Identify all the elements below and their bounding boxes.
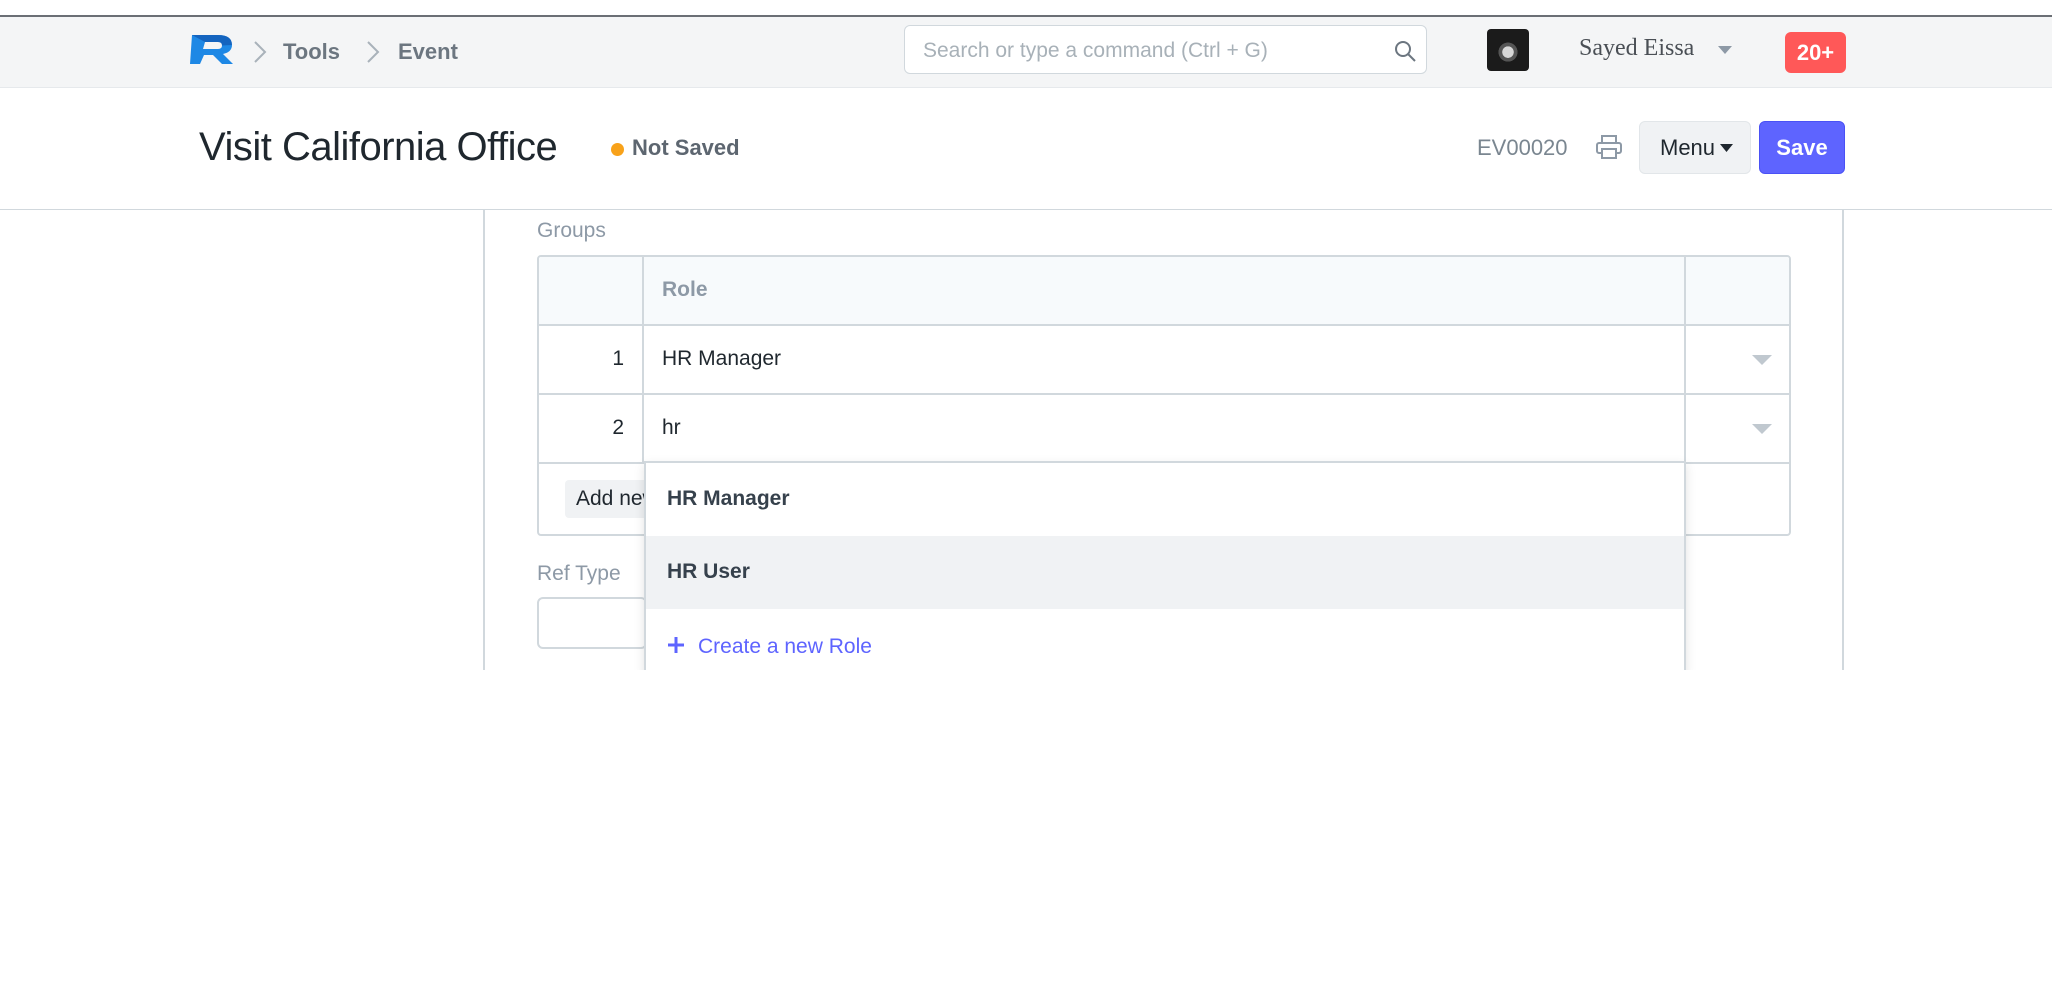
row-index: 2 <box>612 416 624 439</box>
avatar[interactable] <box>1487 29 1529 71</box>
print-icon[interactable] <box>1596 135 1622 159</box>
column-divider <box>1684 257 1686 463</box>
breadcrumb-separator-icon <box>367 41 380 63</box>
row-dropdown-icon[interactable] <box>1752 355 1772 366</box>
dropdown-option[interactable]: HR User <box>646 536 1684 609</box>
dropdown-option-label: HR User <box>667 560 750 583</box>
menu-button-label: Menu <box>1660 135 1716 160</box>
ref-type-label: Ref Type <box>537 562 621 585</box>
menu-button[interactable]: Menu <box>1639 121 1751 174</box>
user-name[interactable]: Sayed Eissa <box>1579 33 1694 63</box>
page-header: Visit California Office Not Saved EV0002… <box>0 88 2052 210</box>
notifications-badge[interactable]: 20+ <box>1785 32 1846 73</box>
autocomplete-dropdown: HR Manager HR User Create a new Role <box>644 461 1686 672</box>
dropdown-option[interactable]: HR Manager <box>646 463 1684 536</box>
breadcrumb-event[interactable]: Event <box>398 37 458 67</box>
chevron-down-icon[interactable] <box>1718 46 1732 55</box>
add-row-button[interactable]: Add new row <box>565 480 655 518</box>
form-border-right <box>1842 210 1844 670</box>
row-dropdown-icon[interactable] <box>1752 424 1772 435</box>
search-icon[interactable] <box>1393 39 1417 63</box>
ref-type-input[interactable] <box>537 597 647 649</box>
plus-icon <box>668 637 684 653</box>
table-row[interactable]: 1 HR Manager <box>539 326 1789 395</box>
column-header-role: Role <box>662 278 708 301</box>
blank-area <box>0 670 2052 1008</box>
table-row[interactable]: 2 hr <box>539 395 1789 464</box>
app-logo[interactable] <box>188 32 236 66</box>
dropdown-option-label: HR Manager <box>667 487 790 510</box>
page-title: Visit California Office <box>199 125 558 169</box>
save-button[interactable]: Save <box>1759 121 1845 174</box>
table-header: Role <box>539 257 1789 326</box>
status-badge: Not Saved <box>632 135 740 160</box>
status-indicator-dot <box>611 143 624 156</box>
create-new-role-link[interactable]: Create a new Role <box>698 633 872 661</box>
breadcrumb-tools[interactable]: Tools <box>283 37 340 67</box>
chevron-down-icon <box>1720 144 1733 152</box>
search-box <box>904 25 1427 75</box>
role-input[interactable]: hr <box>662 414 681 442</box>
role-cell[interactable]: HR Manager <box>662 345 781 373</box>
navbar: Tools Event Sayed Eissa 20+ <box>0 17 2052 88</box>
form-border-left <box>483 210 485 670</box>
search-input[interactable] <box>921 26 1365 75</box>
breadcrumb-separator-icon <box>254 41 267 63</box>
groups-label: Groups <box>537 219 606 242</box>
column-divider <box>642 257 644 463</box>
document-id: EV00020 <box>1477 135 1568 160</box>
row-index: 1 <box>612 347 624 370</box>
